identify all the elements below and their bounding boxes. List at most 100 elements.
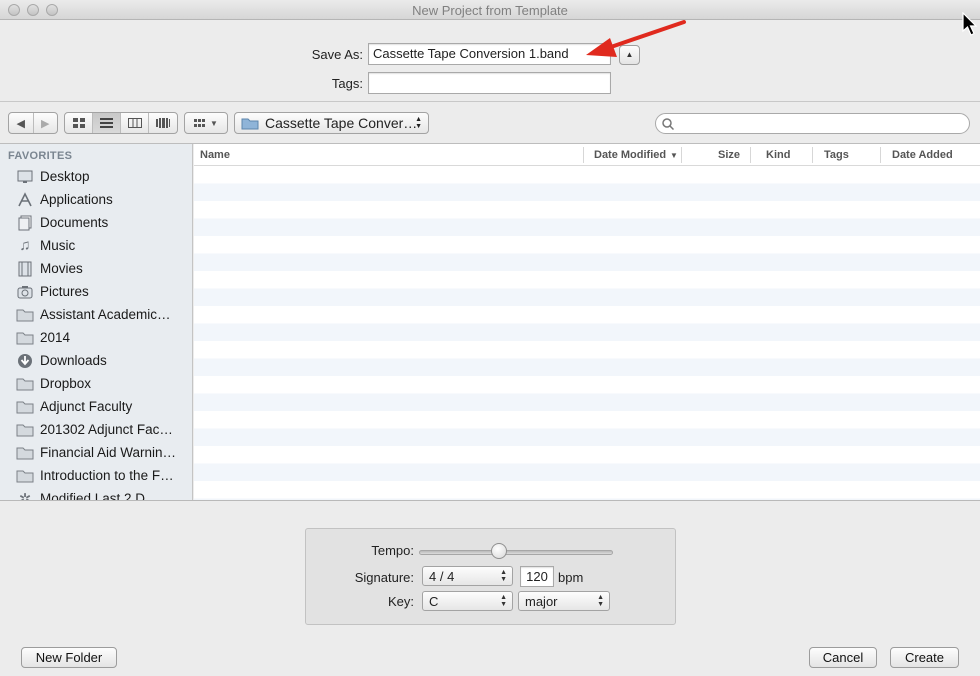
tempo-slider-knob[interactable] — [490, 543, 507, 559]
sidebar-item-label: Dropbox — [40, 376, 92, 391]
cancel-button[interactable]: Cancel — [809, 647, 877, 668]
cover-flow-button[interactable] — [149, 113, 177, 133]
forward-arrow-icon: ▶ — [41, 117, 50, 130]
tempo-slider[interactable] — [419, 550, 613, 555]
sidebar-item-201302-adjunct[interactable]: 201302 Adjunct Fac… — [0, 418, 192, 441]
bpm-unit-label: bpm — [558, 570, 584, 585]
forward-button[interactable]: ▶ — [34, 113, 58, 133]
search-icon — [662, 118, 674, 130]
arrange-icon — [194, 119, 206, 127]
column-divider[interactable] — [812, 147, 813, 163]
documents-icon — [16, 215, 34, 231]
sidebar-item-label: Applications — [40, 192, 113, 207]
sidebar-item-pictures[interactable]: Pictures — [0, 280, 192, 303]
movies-icon — [16, 261, 34, 277]
column-name[interactable]: Name — [200, 149, 230, 161]
sidebar-item-adjunct-faculty[interactable]: Adjunct Faculty — [0, 395, 192, 418]
sidebar-item-label: Music — [40, 238, 76, 253]
sidebar-item-music[interactable]: ♫ Music — [0, 234, 192, 257]
updown-arrows-icon: ▲ ▼ — [500, 569, 507, 583]
project-options-area: Tempo: Signature: 4 / 4 ▲ ▼ 120 bpm Key: … — [0, 500, 980, 676]
cover-flow-icon — [156, 118, 170, 128]
sidebar-item-label: 2014 — [40, 330, 71, 345]
sidebar-item-label: 201302 Adjunct Fac… — [40, 422, 173, 437]
mode-value: major — [525, 593, 558, 609]
arrange-menu-button[interactable]: ▼ — [184, 112, 228, 134]
folder-icon — [16, 399, 34, 415]
folder-icon — [16, 376, 34, 392]
column-date-modified[interactable]: Date Modified — [594, 149, 666, 161]
folder-icon — [16, 422, 34, 438]
updown-arrows-icon: ▲ ▼ — [500, 594, 507, 608]
folder-icon — [16, 468, 34, 484]
new-folder-button[interactable]: New Folder — [21, 647, 117, 668]
mode-select[interactable]: major ▲ ▼ — [518, 591, 610, 611]
sidebar-item-desktop[interactable]: Desktop — [0, 165, 192, 188]
file-list[interactable]: Name Date Modified ▼ Size Kind Tags Date… — [194, 144, 980, 500]
create-button[interactable]: Create — [890, 647, 959, 668]
location-label: Cassette Tape Conver… — [265, 115, 418, 131]
location-popup[interactable]: Cassette Tape Conver… ▲ ▼ — [234, 112, 429, 134]
column-divider[interactable] — [880, 147, 881, 163]
column-view-button[interactable] — [121, 113, 149, 133]
sort-descending-icon: ▼ — [670, 151, 678, 160]
signature-select[interactable]: 4 / 4 ▲ ▼ — [422, 566, 513, 586]
key-value: C — [429, 593, 439, 609]
project-settings-panel: Tempo: Signature: 4 / 4 ▲ ▼ 120 bpm Key: … — [305, 528, 676, 625]
view-mode-control — [64, 112, 178, 134]
list-view-button[interactable] — [93, 113, 121, 133]
sidebar-item-documents[interactable]: Documents — [0, 211, 192, 234]
sidebar-item-applications[interactable]: Applications — [0, 188, 192, 211]
sidebar: FAVORITES Desktop Applications Documents… — [0, 144, 193, 500]
column-size[interactable]: Size — [718, 149, 740, 161]
column-view-icon — [127, 118, 142, 128]
filename-field[interactable]: Cassette Tape Conversion 1.band — [368, 43, 611, 65]
updown-arrows-icon: ▲ ▼ — [597, 594, 604, 608]
icon-view-button[interactable] — [65, 113, 93, 133]
column-kind[interactable]: Kind — [766, 149, 790, 161]
sidebar-item-movies[interactable]: Movies — [0, 257, 192, 280]
grid-view-icon — [72, 118, 85, 128]
sidebar-item-label: Financial Aid Warnin… — [40, 445, 177, 460]
sidebar-item-2014[interactable]: 2014 — [0, 326, 192, 349]
tags-field[interactable] — [368, 72, 611, 94]
back-button[interactable]: ◀ — [9, 113, 34, 133]
mouse-cursor-icon — [962, 12, 978, 36]
gear-icon: ✲ — [18, 490, 32, 501]
list-view-icon — [100, 118, 113, 128]
column-divider[interactable] — [750, 147, 751, 163]
key-select[interactable]: C ▲ ▼ — [422, 591, 513, 611]
folder-icon — [16, 445, 34, 461]
sidebar-item-financial-aid[interactable]: Financial Aid Warnin… — [0, 441, 192, 464]
folder-icon — [16, 330, 34, 346]
sidebar-item-label: Documents — [40, 215, 109, 230]
sidebar-item-label: Assistant Academic… — [40, 307, 171, 322]
applications-icon — [16, 191, 34, 208]
bpm-field[interactable]: 120 — [520, 566, 554, 587]
column-date-added[interactable]: Date Added — [892, 149, 953, 161]
chevron-down-icon: ▼ — [210, 118, 218, 128]
sidebar-item-label: Movies — [40, 261, 83, 276]
sidebar-item-dropbox[interactable]: Dropbox — [0, 372, 192, 395]
sidebar-item-label: Pictures — [40, 284, 89, 299]
sidebar-item-label: Downloads — [40, 353, 107, 368]
desktop-icon — [16, 169, 34, 185]
sidebar-item-smart-folder[interactable]: ✲ Modified Last 2 D… — [0, 487, 192, 501]
column-tags[interactable]: Tags — [824, 149, 849, 161]
column-divider[interactable] — [583, 147, 584, 163]
sidebar-item-introduction[interactable]: Introduction to the F… — [0, 464, 192, 487]
sidebar-item-label: Adjunct Faculty — [40, 399, 133, 414]
tempo-label: Tempo: — [371, 543, 414, 558]
back-forward-control: ◀ ▶ — [8, 112, 58, 134]
column-divider[interactable] — [681, 147, 682, 163]
key-label: Key: — [387, 594, 414, 609]
search-field[interactable] — [655, 113, 970, 134]
browser-toolbar: ◀ ▶ ▼ Cassette Tape Conver… ▲ ▼ — [0, 103, 980, 144]
column-header-row: Name Date Modified ▼ Size Kind Tags Date… — [194, 144, 980, 166]
sidebar-item-downloads[interactable]: Downloads — [0, 349, 192, 372]
signature-label: Signature: — [354, 570, 414, 585]
download-icon — [16, 353, 34, 369]
tags-label: Tags: — [331, 76, 363, 91]
signature-value: 4 / 4 — [429, 568, 455, 584]
sidebar-item-assistant-academic[interactable]: Assistant Academic… — [0, 303, 192, 326]
